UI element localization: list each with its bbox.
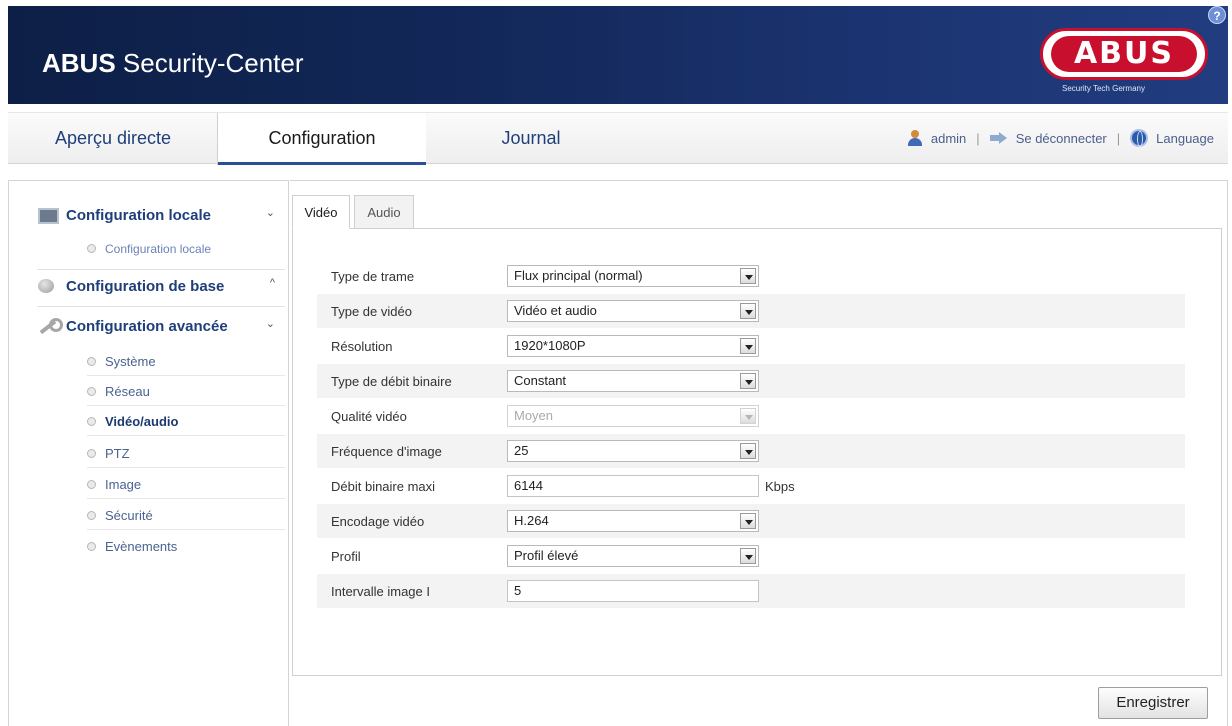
video-settings-panel: Type de trame Flux principal (normal) Ty… [292, 228, 1222, 676]
tab-audio[interactable]: Audio [354, 195, 414, 229]
config-sidebar: Configuration locale ⌄ Configuration loc… [8, 180, 289, 726]
user-name[interactable]: admin [931, 131, 966, 146]
video-quality-select: Moyen [507, 405, 759, 427]
chevron-down-icon[interactable]: ⌄ [266, 317, 275, 330]
bitrate-unit: Kbps [765, 478, 795, 494]
frame-rate-select[interactable]: 25 [507, 440, 759, 462]
save-button[interactable]: Enregistrer [1098, 687, 1208, 719]
dropdown-arrow-icon[interactable] [740, 548, 756, 564]
help-icon[interactable]: ? [1208, 6, 1226, 24]
form-row-type-de-trame: Type de trame Flux principal (normal) [317, 259, 1185, 293]
resolution-select[interactable]: 1920*1080P [507, 335, 759, 357]
form-row-resolution: Résolution 1920*1080P [317, 329, 1185, 363]
sidebar-item-reseau[interactable]: Réseau [87, 377, 285, 406]
form-row-profil: Profil Profil élevé [317, 539, 1185, 573]
sidebar-item-evenements[interactable]: Evènements [87, 532, 285, 561]
form-row-frequence-image: Fréquence d'image 25 [317, 434, 1185, 468]
sidebar-section-local[interactable]: Configuration locale ⌄ [37, 203, 283, 227]
bullet-icon [87, 416, 96, 426]
form-row-qualite-video: Qualité vidéo Moyen [317, 399, 1185, 433]
tab-apercu-directe[interactable]: Aperçu directe [8, 113, 218, 165]
form-row-type-de-video: Type de vidéo Vidéo et audio [317, 294, 1185, 328]
dropdown-arrow-icon[interactable] [740, 513, 756, 529]
video-encoding-select[interactable]: H.264 [507, 510, 759, 532]
chevron-up-icon[interactable]: ^ [270, 277, 275, 289]
tab-configuration[interactable]: Configuration [218, 113, 426, 165]
form-row-intervalle-image: Intervalle image I 5 [317, 574, 1185, 608]
logout-link[interactable]: Se déconnecter [1016, 131, 1107, 146]
tab-journal[interactable]: Journal [426, 113, 636, 165]
content-area: Vidéo Audio Type de trame Flux principal… [290, 180, 1228, 726]
video-type-select[interactable]: Vidéo et audio [507, 300, 759, 322]
dropdown-arrow-icon [740, 408, 756, 424]
bullet-icon [87, 542, 96, 551]
bitrate-type-select[interactable]: Constant [507, 370, 759, 392]
bullet-icon [87, 386, 96, 396]
abus-logo: ABUS Security Tech Germany [1040, 28, 1208, 102]
wrench-icon [37, 318, 63, 334]
form-row-type-de-debit: Type de débit binaire Constant [317, 364, 1185, 398]
divider [37, 306, 285, 307]
dropdown-arrow-icon[interactable] [740, 338, 756, 354]
tab-video[interactable]: Vidéo [292, 195, 350, 229]
sidebar-item-configuration-locale[interactable]: Configuration locale [87, 234, 285, 263]
dropdown-arrow-icon[interactable] [740, 373, 756, 389]
bullet-icon [87, 356, 96, 366]
profile-select[interactable]: Profil élevé [507, 545, 759, 567]
app-header: ABUS Security-Center ABUS Security Tech … [8, 6, 1228, 104]
sidebar-item-video-audio[interactable]: Vidéo/audio [87, 407, 285, 436]
chevron-down-icon[interactable]: ⌄ [266, 206, 275, 219]
i-frame-interval-input[interactable]: 5 [507, 580, 759, 602]
main-nav: Aperçu directe Configuration Journal adm… [8, 112, 1228, 165]
dropdown-arrow-icon[interactable] [740, 443, 756, 459]
divider [37, 269, 285, 270]
sidebar-section-advanced[interactable]: Configuration avancée ⌄ [37, 314, 283, 338]
app-title: ABUS Security-Center [42, 48, 304, 78]
max-bitrate-input[interactable]: 6144 [507, 475, 759, 497]
sidebar-item-systeme[interactable]: Système [87, 347, 285, 376]
dropdown-arrow-icon[interactable] [740, 303, 756, 319]
monitor-icon [37, 207, 59, 224]
globe-icon [1130, 129, 1149, 147]
sidebar-item-securite[interactable]: Sécurité [87, 501, 285, 530]
bullet-icon [87, 448, 96, 458]
bullet-icon [87, 479, 96, 489]
user-area: admin | Se déconnecter | Language [907, 129, 1214, 147]
form-row-encodage-video: Encodage vidéo H.264 [317, 504, 1185, 538]
logo-tagline: Security Tech Germany [1062, 84, 1145, 93]
disk-icon [37, 278, 57, 294]
form-row-debit-binaire-maxi: Débit binaire maxi 6144 Kbps [317, 469, 1185, 503]
language-link[interactable]: Language [1156, 131, 1214, 146]
bullet-icon [87, 510, 96, 520]
logout-icon [989, 132, 1008, 144]
user-icon [907, 130, 923, 146]
dropdown-arrow-icon[interactable] [740, 268, 756, 284]
stream-type-select[interactable]: Flux principal (normal) [507, 265, 759, 287]
sidebar-item-ptz[interactable]: PTZ [87, 439, 285, 468]
bullet-icon [87, 244, 96, 253]
sidebar-section-base[interactable]: Configuration de base ^ [37, 274, 283, 298]
sidebar-item-image[interactable]: Image [87, 470, 285, 499]
